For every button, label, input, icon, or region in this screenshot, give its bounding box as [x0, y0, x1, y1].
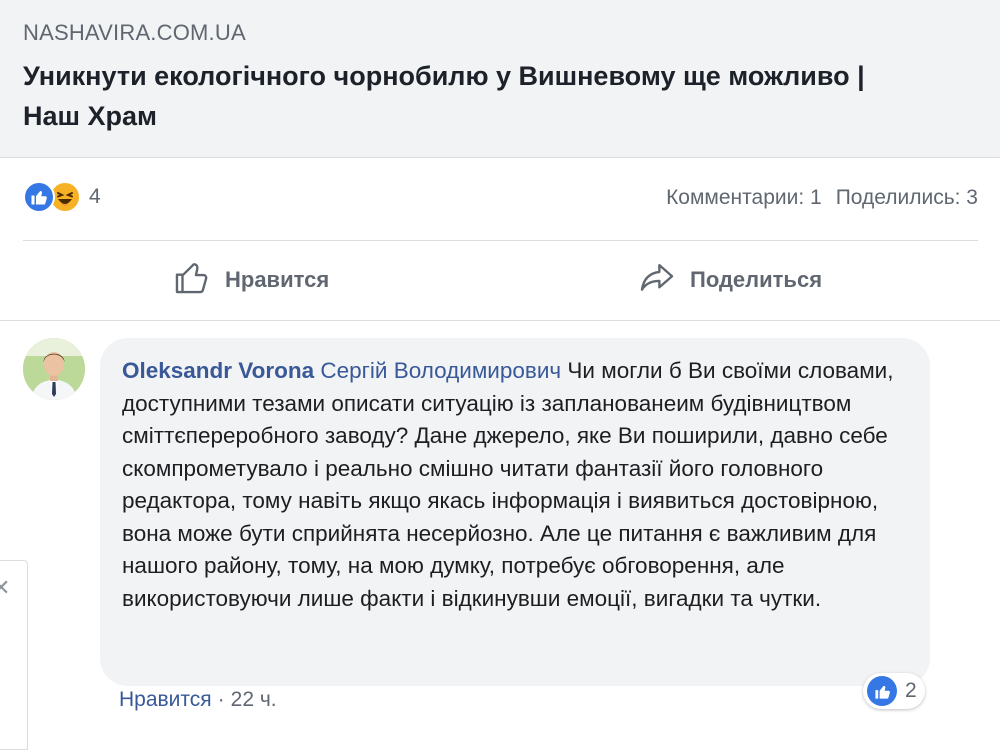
comment-share-counts: Комментарии: 1 Поделились: 3 [666, 186, 978, 210]
shares-count-link[interactable]: Поделились: 3 [836, 186, 978, 210]
like-button[interactable]: Нравится [173, 257, 329, 303]
share-arrow-icon [638, 258, 676, 302]
thumbs-up-icon [173, 258, 211, 302]
comment-bubble: Oleksandr Vorona Сергій Володимирович Чи… [100, 338, 930, 686]
link-domain: NASHAVIRA.COM.UA [23, 20, 246, 45]
comment-reaction-count: 2 [905, 679, 917, 702]
meta-separator: · [217, 688, 225, 711]
comment-timestamp[interactable]: 22 ч. [231, 688, 277, 712]
comment-author-link[interactable]: Oleksandr Vorona [122, 358, 314, 383]
mention-link[interactable]: Сергій Володимирович [320, 358, 561, 383]
link-title[interactable]: Уникнути екологічного чорнобилю у Вишнев… [23, 56, 923, 136]
post-actions-row: Нравится Поделиться [23, 241, 978, 319]
comments-count-link[interactable]: Комментарии: 1 [666, 186, 822, 210]
reaction-count: 4 [89, 185, 101, 208]
comment-reactions-badge[interactable]: 2 [863, 673, 925, 709]
like-reaction-icon [867, 676, 897, 706]
post-stats-row: 4 Комментарии: 1 Поделились: 3 [23, 178, 978, 218]
share-button[interactable]: Поделиться [638, 257, 822, 303]
comment-like-link[interactable]: Нравится [119, 688, 212, 712]
share-button-label: Поделиться [690, 267, 823, 292]
reactions-summary[interactable]: 4 [23, 181, 101, 213]
divider [0, 320, 1000, 321]
like-reaction-icon [23, 181, 55, 213]
like-button-label: Нравится [225, 267, 330, 292]
close-icon[interactable]: ✕ [0, 575, 10, 601]
comment-text: Чи могли б Ви своїми словами, доступними… [122, 358, 894, 611]
comment-meta: Нравится · 22 ч. [119, 688, 277, 712]
link-preview-card[interactable]: NASHAVIRA.COM.UA Уникнути екологічного ч… [0, 0, 1000, 158]
avatar[interactable] [23, 338, 85, 400]
